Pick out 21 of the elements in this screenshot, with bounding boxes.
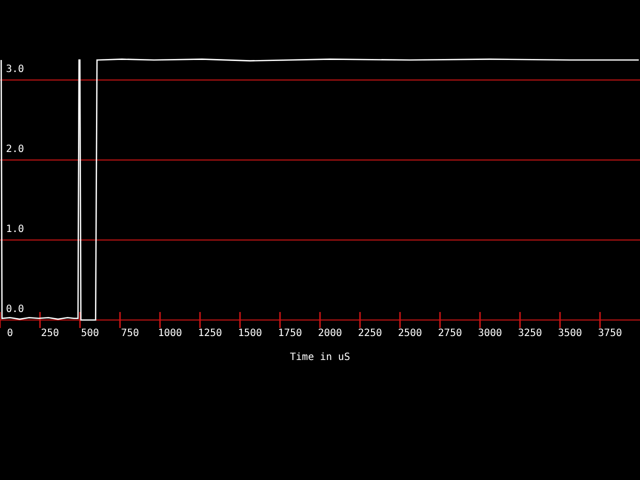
x-tick-label: 1500: [238, 328, 262, 339]
x-tick-label: 1750: [278, 328, 302, 339]
y-tick-label: 0.0: [6, 304, 24, 315]
x-tick-label: 500: [80, 328, 100, 339]
x-tick-label: 0: [6, 328, 14, 339]
x-tick-label: 2500: [398, 328, 422, 339]
x-tick-label: 1000: [158, 328, 182, 339]
x-axis-title: Time in uS: [290, 352, 350, 363]
x-tick-label: 3000: [478, 328, 502, 339]
x-tick-label: 3750: [598, 328, 622, 339]
y-tick-label: 3.0: [6, 64, 24, 75]
y-tick-label: 2.0: [6, 144, 24, 155]
x-tick-label: 2250: [358, 328, 382, 339]
x-tick-label: 750: [120, 328, 140, 339]
x-tick-label: 2000: [318, 328, 342, 339]
x-tick-label: 1250: [198, 328, 222, 339]
x-tick-label: 3250: [518, 328, 542, 339]
x-tick-label: 2750: [438, 328, 462, 339]
x-tick-label: 250: [40, 328, 60, 339]
x-tick-label: 3500: [558, 328, 582, 339]
y-tick-label: 1.0: [6, 224, 24, 235]
